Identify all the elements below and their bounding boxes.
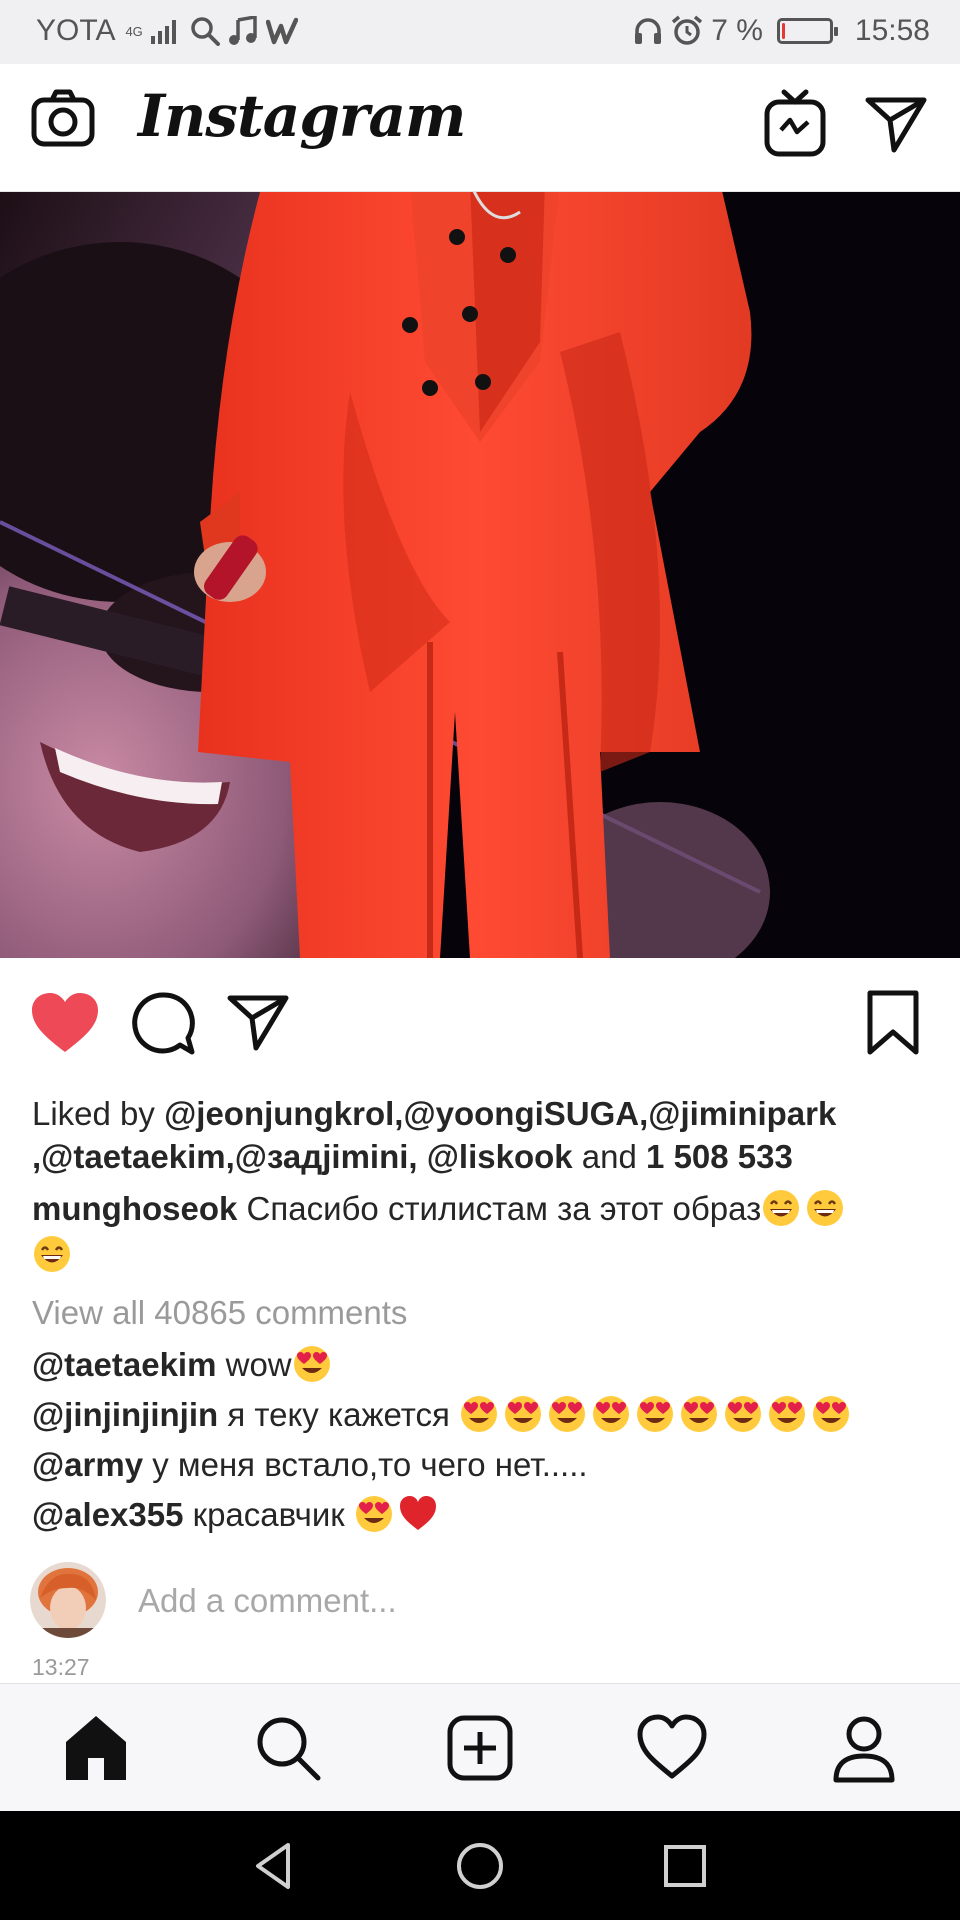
red-heart-emoji: [399, 1496, 436, 1530]
headphones-icon: [635, 18, 662, 44]
heart-eyes-emoji: [769, 1396, 806, 1432]
new-post-icon[interactable]: [444, 1712, 516, 1784]
status-bar-right: 7 % 15:58: [633, 14, 930, 48]
search-icon[interactable]: [252, 1712, 324, 1784]
grin-emoji: [805, 1190, 849, 1227]
heart-eyes-emoji: [355, 1496, 392, 1532]
heart-eyes-emoji: [461, 1396, 498, 1432]
post-image-illustration: [0, 192, 960, 958]
profile-icon[interactable]: [828, 1712, 900, 1784]
post-actions: [0, 958, 960, 1078]
comment: @alex355 красавчик: [32, 1490, 952, 1540]
alarm-icon: [672, 15, 703, 45]
comment-text: я теку кажется: [218, 1396, 460, 1433]
comment-emojis: [354, 1496, 442, 1533]
signal-icon: [150, 18, 176, 44]
comment-username[interactable]: @alex355: [32, 1496, 183, 1533]
w-app-icon: [265, 17, 298, 45]
avatar[interactable]: [30, 1562, 106, 1638]
likes-summary: Liked by @jeonjungkrol,@yoongiSUGA,@jimi…: [32, 1092, 932, 1178]
heart-eyes-emoji: [725, 1396, 762, 1432]
comment: @taetaekim wow: [32, 1340, 952, 1390]
battery-fill: [781, 23, 786, 39]
comment: @jinjinjinjin я теку кажется: [32, 1390, 952, 1440]
direct-message-icon[interactable]: [864, 94, 928, 154]
instagram-logo: Instagram: [138, 82, 466, 150]
search-icon: [191, 17, 220, 46]
grin-emoji: [763, 1190, 800, 1226]
comment-emojis: [459, 1396, 855, 1433]
grin-emoji: [32, 1236, 76, 1273]
clock: 15:58: [854, 14, 930, 47]
post-photo[interactable]: [0, 192, 960, 958]
liked-by-user[interactable]: @jiminipark: [648, 1095, 836, 1132]
liked-by-user[interactable]: ,@taetaekim,: [32, 1138, 235, 1175]
view-all-comments-link[interactable]: View all 40865 comments: [32, 1294, 407, 1332]
heart-eyes-emoji: [637, 1396, 674, 1432]
caption-username[interactable]: munghoseok: [32, 1190, 237, 1227]
carrier-label: YOTA: [36, 14, 116, 47]
comment-text: красавчик: [183, 1496, 354, 1533]
grin-emoji: [34, 1236, 70, 1272]
caption-text: Спасибо стилистам за этот образ: [237, 1190, 762, 1227]
liked-by-user[interactable]: @liskook: [418, 1138, 573, 1175]
heart-eyes-emoji: [593, 1396, 630, 1432]
status-bar-left: YOTA 4G: [36, 14, 298, 48]
music-icon: [228, 16, 257, 45]
activity-icon[interactable]: [636, 1712, 708, 1784]
heart-eyes-emoji: [813, 1396, 850, 1432]
liked-by-user[interactable]: @yoongiSUGA,: [403, 1095, 648, 1132]
add-comment-input[interactable]: Add a comment...: [138, 1582, 397, 1620]
home-icon[interactable]: [60, 1712, 132, 1784]
comment-emojis: [292, 1346, 336, 1383]
post-timestamp: 13:27: [32, 1654, 90, 1680]
comment-username[interactable]: @jinjinjinjin: [32, 1396, 218, 1433]
comment: @army у меня встало,то чего нет.....: [32, 1440, 952, 1490]
comment-text: у меня встало,то чего нет.....: [143, 1446, 588, 1483]
network-type: 4G: [125, 23, 143, 39]
like-icon[interactable]: [30, 992, 100, 1054]
heart-eyes-emoji: [293, 1346, 330, 1382]
bottom-tab-bar: [0, 1683, 960, 1811]
recents-icon[interactable]: [658, 1839, 712, 1893]
heart-eyes-emoji: [549, 1396, 586, 1432]
likes-count[interactable]: 1 508 533: [646, 1138, 793, 1175]
grin-emoji: [807, 1190, 844, 1226]
camera-icon[interactable]: [30, 86, 96, 152]
liked-by-user[interactable]: @задjimini,: [235, 1138, 418, 1175]
igtv-icon[interactable]: [764, 88, 826, 158]
heart-eyes-emoji: [681, 1396, 718, 1432]
likes-conjunction: and: [572, 1138, 647, 1175]
comment-text: wow: [216, 1346, 292, 1383]
battery-percent: 7 %: [711, 14, 763, 47]
comment-icon[interactable]: [130, 990, 196, 1056]
add-comment-row: Add a comment...: [30, 1562, 930, 1642]
liked-by-user[interactable]: @jeonjungkrol,: [164, 1095, 403, 1132]
share-icon[interactable]: [226, 992, 290, 1054]
battery-icon: [776, 18, 838, 44]
bookmark-icon[interactable]: [866, 990, 920, 1056]
app-header: Instagram: [0, 64, 960, 192]
back-icon[interactable]: [248, 1839, 302, 1893]
status-bar: YOTA 4G 7 % 15:58: [0, 0, 960, 64]
heart-eyes-emoji: [505, 1396, 542, 1432]
home-circle-icon[interactable]: [453, 1839, 507, 1893]
system-navigation-bar: [0, 1811, 960, 1920]
comment-username[interactable]: @army: [32, 1446, 143, 1483]
grin-emoji: [761, 1190, 805, 1227]
comment-username[interactable]: @taetaekim: [32, 1346, 216, 1383]
comments-list: @taetaekim wow @jinjinjinjin я теку каже…: [32, 1340, 952, 1540]
post-caption: munghoseok Спасибо стилистам за этот обр…: [32, 1186, 952, 1278]
likes-prefix: Liked by: [32, 1095, 165, 1132]
